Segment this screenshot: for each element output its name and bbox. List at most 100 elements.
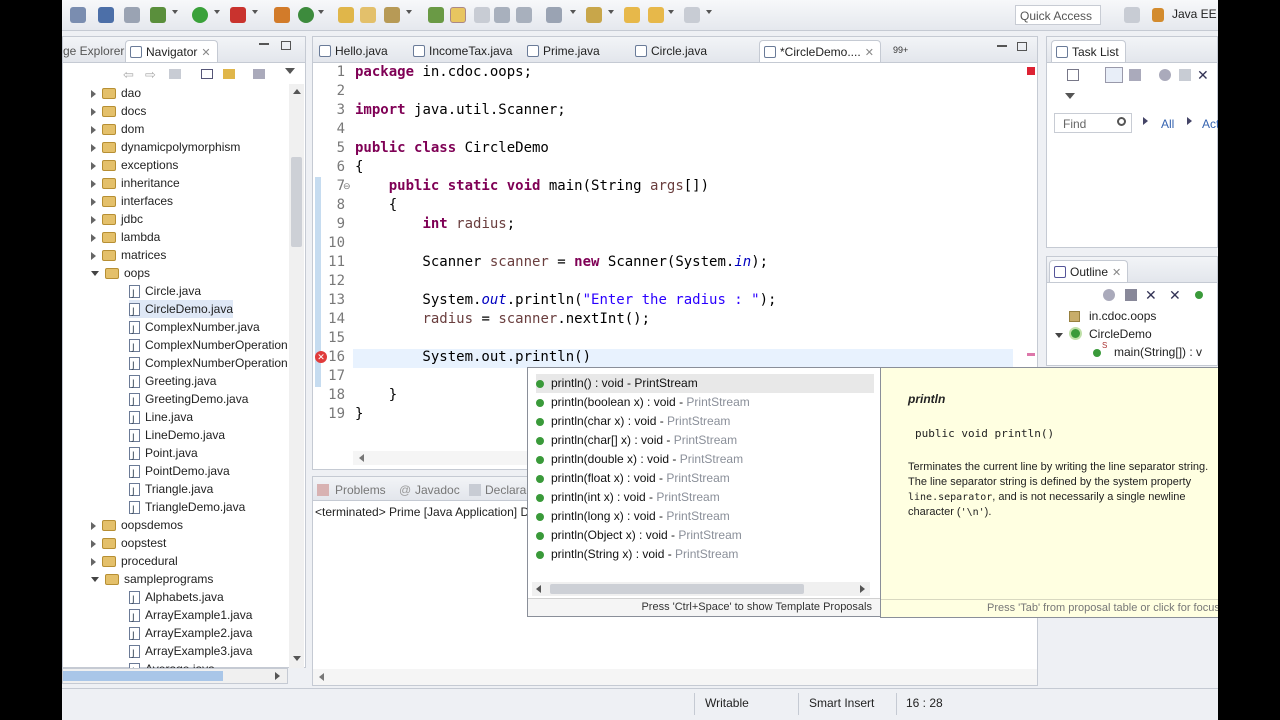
coverage-dropdown-icon[interactable] <box>252 10 258 14</box>
outline-package[interactable]: in.cdoc.oops <box>1089 309 1156 323</box>
proposal-item[interactable]: println() : void - PrintStream <box>536 374 874 393</box>
view-menu-icon[interactable] <box>1065 93 1075 99</box>
outline-class[interactable]: CircleDemo <box>1089 327 1152 341</box>
tree-folder[interactable]: dynamicpolymorphism <box>91 138 240 156</box>
back-icon[interactable]: ⇦ <box>123 67 134 83</box>
new-java-dropdown-icon[interactable] <box>318 10 324 14</box>
code-line[interactable]: } <box>355 386 397 405</box>
console-hscrollbar[interactable] <box>313 669 1037 685</box>
collapse-caret-icon[interactable] <box>91 179 96 188</box>
tree-file[interactable]: Circle.java <box>129 282 201 303</box>
save-icon[interactable] <box>98 7 114 23</box>
block-select-icon[interactable] <box>494 7 510 23</box>
sort-icon[interactable] <box>1125 289 1137 301</box>
code-line[interactable]: import java.util.Scanner; <box>355 101 566 120</box>
editor-tab[interactable]: *CircleDemo.... ✕ <box>759 40 881 62</box>
new-icon[interactable] <box>70 7 86 23</box>
scroll-right-icon[interactable] <box>275 672 280 680</box>
hide-completed-icon[interactable]: ✕ <box>1197 67 1209 84</box>
scroll-left-icon[interactable] <box>536 585 541 593</box>
editor-tab[interactable]: Hello.java <box>315 40 394 62</box>
tab-package-explorer[interactable]: ge Explorer <box>62 40 130 62</box>
tree-file[interactable]: Line.java <box>129 408 193 429</box>
sync-icon[interactable] <box>474 7 490 23</box>
view-menu-icon[interactable] <box>285 68 295 74</box>
scrollbar-thumb[interactable] <box>291 157 302 247</box>
navigator-hscrollbar[interactable] <box>62 668 288 684</box>
tree-file[interactable]: GreetingDemo.java <box>129 390 248 411</box>
code-line[interactable]: System.out.println("Enter the radius : "… <box>355 291 776 310</box>
scroll-down-icon[interactable] <box>293 656 301 661</box>
tree-file[interactable]: ArrayExample3.java <box>129 642 252 663</box>
marker-icon[interactable] <box>546 7 562 23</box>
perspective-java-ee[interactable]: Java EE <box>1172 7 1217 21</box>
code-line[interactable]: } <box>355 405 363 424</box>
sync-icon[interactable] <box>1159 69 1171 81</box>
collapse-caret-icon[interactable] <box>91 197 96 206</box>
tree-file[interactable]: Average.java <box>129 660 215 668</box>
proposal-item[interactable]: println(char x) : void - PrintStream <box>536 412 856 431</box>
tree-folder[interactable]: dom <box>91 120 144 138</box>
close-icon[interactable]: ✕ <box>865 47 874 59</box>
tree-folder[interactable]: oops <box>91 264 150 282</box>
forward-back-icon[interactable] <box>648 7 664 23</box>
tree-file[interactable]: Point.java <box>129 444 198 465</box>
tree-folder[interactable]: matrices <box>91 246 166 264</box>
tree-file[interactable]: LineDemo.java <box>129 426 225 447</box>
tree-folder[interactable]: lambda <box>91 228 160 246</box>
tree-file[interactable]: ArrayExample2.java <box>129 624 252 645</box>
maximize-icon[interactable] <box>1017 42 1027 51</box>
collapse-caret-icon[interactable] <box>91 233 96 242</box>
tab-javadoc[interactable]: Javadoc <box>415 483 460 497</box>
change-marker-icon[interactable] <box>1027 353 1035 356</box>
open-folder-icon[interactable] <box>360 7 376 23</box>
next-annotation-icon[interactable] <box>586 7 602 23</box>
outline-method[interactable]: main(String[]) : v <box>1114 345 1202 359</box>
editor-tab[interactable]: Circle.java <box>631 40 713 62</box>
tree-file[interactable]: ComplexNumberOperation <box>129 354 288 375</box>
forward-icon[interactable]: ⇨ <box>145 67 156 83</box>
pen-icon[interactable] <box>384 7 400 23</box>
tree-folder[interactable]: oopstest <box>91 534 166 552</box>
new-task-icon[interactable] <box>1067 69 1079 81</box>
hide-nonpublic-icon[interactable]: ✕ <box>1169 287 1181 304</box>
tree-file[interactable]: TriangleDemo.java <box>129 498 245 519</box>
whitespace-icon[interactable] <box>516 7 532 23</box>
debug-icon[interactable] <box>150 7 166 23</box>
server-icon[interactable] <box>274 7 290 23</box>
tree-folder[interactable]: interfaces <box>91 192 173 210</box>
code-line[interactable]: radius = scanner.nextInt(); <box>355 310 650 329</box>
hide-fields-icon[interactable] <box>1103 289 1115 301</box>
collapse-icon[interactable] <box>1179 69 1191 81</box>
pen-dropdown-icon[interactable] <box>406 10 412 14</box>
print-icon[interactable] <box>124 7 140 23</box>
proposal-item[interactable]: println(long x) : void - PrintStream <box>536 507 856 526</box>
proposal-item[interactable]: println(int x) : void - PrintStream <box>536 488 856 507</box>
navigator-vscrollbar[interactable] <box>289 84 304 668</box>
all-filter-link[interactable]: All <box>1161 117 1174 131</box>
filter-icon[interactable] <box>253 69 265 79</box>
tree-folder[interactable]: oopsdemos <box>91 516 183 534</box>
forward-dropdown-icon[interactable] <box>706 10 712 14</box>
back-icon[interactable] <box>624 7 640 23</box>
run-icon[interactable] <box>192 7 208 23</box>
annotation-icon[interactable] <box>428 7 444 23</box>
activate-link[interactable]: Acti <box>1202 117 1218 131</box>
code-line[interactable]: { <box>355 158 363 177</box>
categorize-icon[interactable] <box>1105 67 1123 83</box>
collapse-caret-icon[interactable] <box>91 215 96 224</box>
forward-icon[interactable] <box>684 7 700 23</box>
scrollbar-thumb[interactable] <box>550 584 804 594</box>
open-perspective-icon[interactable] <box>1124 7 1140 23</box>
link-icon[interactable] <box>1195 291 1203 299</box>
debug-dropdown-icon[interactable] <box>172 10 178 14</box>
quick-access-input[interactable]: Quick Access <box>1015 5 1101 25</box>
proposal-item[interactable]: println(char[] x) : void - PrintStream <box>536 431 856 450</box>
next-annotation-dropdown-icon[interactable] <box>608 10 614 14</box>
tab-problems[interactable]: Problems <box>335 483 386 497</box>
tree-folder[interactable]: exceptions <box>91 156 178 174</box>
collapse-caret-icon[interactable] <box>91 107 96 116</box>
error-icon[interactable]: ✕ <box>315 351 327 363</box>
proposal-item[interactable]: println(boolean x) : void - PrintStream <box>536 393 856 412</box>
tab-navigator[interactable]: Navigator ✕ <box>125 40 218 62</box>
